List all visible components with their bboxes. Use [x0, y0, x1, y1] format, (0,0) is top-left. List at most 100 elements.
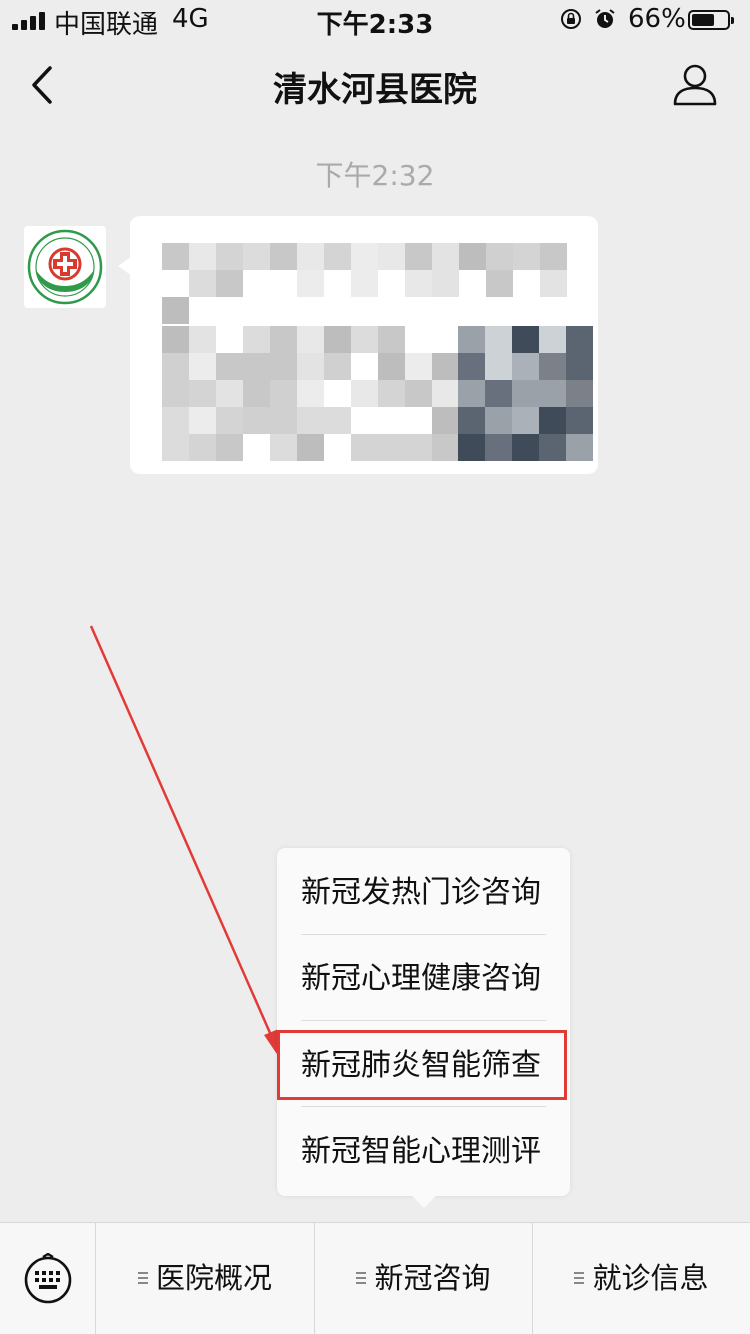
mosaic-cell	[539, 380, 566, 407]
keyboard-toggle-button[interactable]	[0, 1223, 96, 1334]
mosaic-cell	[539, 326, 566, 353]
submenu-popup: 新冠发热门诊咨询 新冠心理健康咨询 新冠肺炎智能筛查 新冠智能心理测评	[277, 848, 570, 1196]
mosaic-cell	[458, 380, 485, 407]
mosaic-cell	[432, 270, 459, 297]
tab-covid-consult[interactable]: 新冠咨询	[315, 1223, 532, 1334]
mosaic-cell	[216, 353, 243, 380]
tab-label: 医院概况	[155, 1261, 272, 1295]
mosaic-cell	[243, 243, 270, 270]
mosaic-cell	[351, 434, 378, 461]
alarm-icon	[595, 9, 615, 28]
mosaic-cell	[432, 243, 459, 270]
message-bubble[interactable]	[130, 216, 598, 474]
mosaic-cell	[243, 407, 270, 434]
mosaic-cell	[351, 380, 378, 407]
mosaic-cell	[458, 407, 485, 434]
mosaic-cell	[539, 353, 566, 380]
mosaic-cell	[378, 353, 405, 380]
menu-lines-icon	[574, 1272, 585, 1284]
mosaic-cell	[324, 326, 351, 353]
submenu-item-psych-test[interactable]: 新冠智能心理测评	[301, 1109, 546, 1195]
mosaic-cell	[378, 380, 405, 407]
bottom-menu-bar: 医院概况 新冠咨询 就诊信息	[0, 1222, 750, 1334]
mosaic-cell	[513, 243, 540, 270]
person-icon	[673, 64, 717, 106]
mosaic-cell	[378, 434, 405, 461]
mosaic-cell	[162, 353, 189, 380]
mosaic-cell	[540, 270, 567, 297]
mosaic-cell	[297, 407, 324, 434]
page-title: 清水河县医院	[273, 70, 477, 110]
battery-icon	[688, 10, 734, 30]
orientation-lock-icon	[561, 9, 581, 29]
mosaic-cell	[378, 243, 405, 270]
mosaic-cell	[324, 243, 351, 270]
tab-label: 就诊信息	[592, 1261, 709, 1295]
submenu-pointer	[412, 1196, 436, 1208]
hospital-logo-icon	[27, 229, 103, 305]
mosaic-cell	[458, 326, 485, 353]
mosaic-cell	[458, 353, 485, 380]
mosaic-cell	[216, 270, 243, 297]
mosaic-cell	[351, 243, 378, 270]
mosaic-cell	[512, 380, 539, 407]
mosaic-cell	[512, 434, 539, 461]
mosaic-cell	[189, 353, 216, 380]
mosaic-cell	[189, 326, 216, 353]
mosaic-cell	[270, 243, 297, 270]
navigation-bar: 清水河县医院	[0, 40, 750, 130]
hospital-avatar[interactable]	[24, 226, 106, 308]
mosaic-cell	[162, 297, 189, 324]
menu-lines-icon	[356, 1272, 367, 1284]
mosaic-cell	[297, 353, 324, 380]
mosaic-cell	[189, 434, 216, 461]
blurred-message-content	[130, 216, 598, 474]
mosaic-cell	[243, 380, 270, 407]
status-bar: 中国联通 4G 下午2:33 66%	[0, 0, 750, 40]
mosaic-cell	[405, 243, 432, 270]
submenu-divider	[301, 1020, 546, 1021]
mosaic-cell	[566, 326, 593, 353]
mosaic-cell	[566, 407, 593, 434]
mosaic-cell	[324, 407, 351, 434]
tab-hospital-overview[interactable]: 医院概况	[96, 1223, 314, 1334]
mosaic-cell	[216, 243, 243, 270]
mosaic-cell	[270, 353, 297, 380]
mosaic-cell	[297, 326, 324, 353]
mosaic-cell	[432, 353, 459, 380]
mosaic-cell	[405, 380, 432, 407]
profile-button[interactable]	[670, 60, 720, 110]
mosaic-cell	[297, 380, 324, 407]
submenu-item-mental-health[interactable]: 新冠心理健康咨询	[301, 936, 546, 1022]
mosaic-cell	[297, 243, 324, 270]
mosaic-cell	[512, 326, 539, 353]
highlight-box	[277, 1030, 567, 1100]
battery-fill	[692, 14, 714, 26]
menu-lines-icon	[137, 1272, 148, 1284]
tab-visit-info[interactable]: 就诊信息	[533, 1223, 750, 1334]
mosaic-cell	[243, 326, 270, 353]
mosaic-cell	[189, 407, 216, 434]
mosaic-cell	[324, 353, 351, 380]
mosaic-cell	[162, 380, 189, 407]
mosaic-cell	[566, 380, 593, 407]
mosaic-cell	[216, 407, 243, 434]
mosaic-cell	[243, 353, 270, 380]
submenu-item-fever-clinic[interactable]: 新冠发热门诊咨询	[301, 850, 546, 936]
mosaic-cell	[566, 353, 593, 380]
battery-percentage: 66%	[628, 4, 686, 34]
mosaic-cell	[485, 380, 512, 407]
mosaic-cell	[216, 380, 243, 407]
mosaic-cell	[566, 434, 593, 461]
mosaic-cell	[512, 407, 539, 434]
mosaic-cell	[405, 353, 432, 380]
mosaic-cell	[432, 407, 459, 434]
mosaic-cell	[485, 434, 512, 461]
mosaic-cell	[270, 434, 297, 461]
mosaic-cell	[512, 353, 539, 380]
mosaic-cell	[540, 243, 567, 270]
mosaic-cell	[539, 407, 566, 434]
mosaic-cell	[432, 434, 459, 461]
mosaic-cell	[405, 434, 432, 461]
mosaic-cell	[459, 243, 486, 270]
